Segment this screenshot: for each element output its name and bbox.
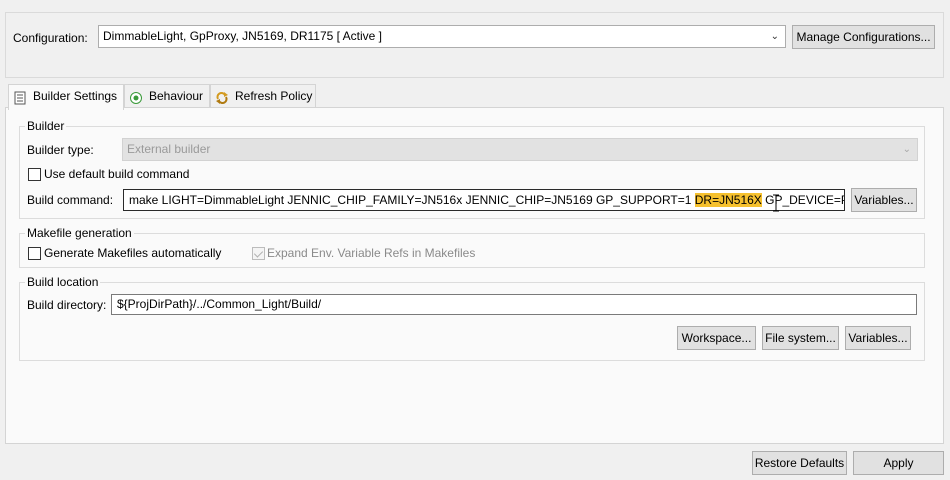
build-command-label: Build command: <box>27 193 114 207</box>
tab-builder-settings[interactable]: Builder Settings <box>8 84 124 110</box>
generate-makefiles-label: Generate Makefiles automatically <box>44 246 222 260</box>
build-directory-input[interactable]: ${ProjDirPath}/../Common_Light/Build/ <box>111 294 917 315</box>
location-variables-button[interactable]: Variables... <box>845 326 911 350</box>
expand-env-refs-label: Expand Env. Variable Refs in Makefiles <box>267 246 476 260</box>
builder-settings-icon <box>13 90 27 105</box>
build-command-text: make LIGHT=DimmableLight JENNIC_CHIP_FAM… <box>129 193 695 207</box>
use-default-build-command-checkbox[interactable] <box>28 168 41 181</box>
configuration-select[interactable]: DimmableLight, GpProxy, JN5169, DR1175 [… <box>98 25 786 48</box>
configuration-label: Configuration: <box>13 31 88 45</box>
build-command-input[interactable]: make LIGHT=DimmableLight JENNIC_CHIP_FAM… <box>123 189 845 211</box>
file-system-button[interactable]: File system... <box>762 326 839 350</box>
manage-configurations-button[interactable]: Manage Configurations... <box>792 25 935 49</box>
chevron-down-icon: ⌄ <box>770 31 779 42</box>
build-location-group-title: Build location <box>25 275 101 289</box>
restore-defaults-button[interactable]: Restore Defaults <box>752 451 847 475</box>
generate-makefiles-checkbox[interactable] <box>28 247 41 260</box>
makefile-group-title: Makefile generation <box>25 226 134 240</box>
apply-button[interactable]: Apply <box>853 451 944 475</box>
builder-type-value: External builder <box>127 142 211 156</box>
refresh-policy-icon <box>215 90 229 104</box>
tab-label: Refresh Policy <box>235 89 313 103</box>
text-cursor-icon <box>772 194 780 212</box>
use-default-build-command-label: Use default build command <box>44 167 190 181</box>
builder-type-label: Builder type: <box>27 143 94 157</box>
build-directory-label: Build directory: <box>27 298 107 312</box>
build-command-selection: DR=JN516X <box>694 193 762 207</box>
tab-refresh-policy[interactable]: Refresh Policy <box>210 84 316 108</box>
radio-behaviour-icon <box>129 90 143 104</box>
workspace-button[interactable]: Workspace... <box>677 326 756 350</box>
builder-type-select[interactable]: External builder ⌄ <box>122 138 918 161</box>
chevron-down-icon: ⌄ <box>902 144 911 155</box>
builder-variables-button[interactable]: Variables... <box>851 188 917 212</box>
configuration-value: DimmableLight, GpProxy, JN5169, DR1175 [… <box>103 29 383 43</box>
builder-group-title: Builder <box>25 119 67 133</box>
tab-label: Behaviour <box>149 89 204 103</box>
tab-label: Builder Settings <box>33 89 118 103</box>
expand-env-refs-checkbox[interactable] <box>252 247 265 260</box>
tab-behaviour[interactable]: Behaviour <box>124 84 210 108</box>
